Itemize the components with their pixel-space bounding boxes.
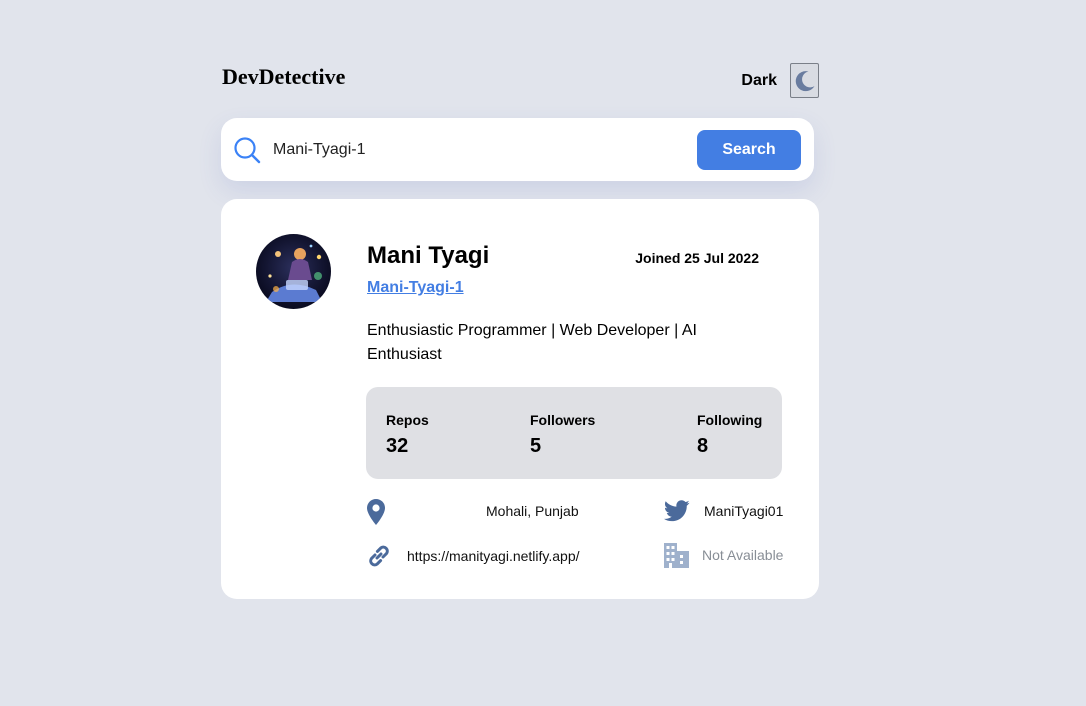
stats-panel: Repos 32 Followers 5 Following 8: [366, 387, 782, 479]
stat-followers-value: 5: [530, 435, 542, 457]
profile-bio: Enthusiastic Programmer | Web Developer …: [367, 322, 697, 363]
stat-repos-value: 32: [386, 435, 409, 457]
avatar: [256, 234, 331, 309]
company-row: Not Available: [702, 547, 783, 563]
search-button[interactable]: Search: [697, 130, 801, 170]
stat-followers-label: Followers: [530, 412, 596, 428]
company-text: Not Available: [702, 547, 784, 563]
twitter-icon: [664, 500, 690, 522]
search-icon: [234, 137, 261, 164]
app-logo: DevDetective: [222, 64, 346, 89]
stat-following: Following 8: [697, 412, 762, 458]
moon-icon: [795, 70, 814, 91]
twitter-row[interactable]: ManiTyagi01: [704, 503, 783, 519]
theme-toggle-button[interactable]: [790, 63, 819, 98]
profile-card: Mani Tyagi Joined 25 Jul 2022 Mani-Tyagi…: [221, 199, 819, 599]
stat-following-value: 8: [697, 435, 709, 457]
location-row: Mohali, Punjab: [486, 503, 579, 519]
theme-toggle-label[interactable]: Dark: [741, 72, 777, 90]
search-bar: Search: [221, 118, 814, 181]
search-input[interactable]: [271, 136, 685, 164]
location-text: Mohali, Punjab: [486, 503, 579, 519]
profile-username-link[interactable]: Mani-Tyagi-1: [367, 279, 464, 297]
link-icon: [369, 545, 389, 567]
theme-toggle[interactable]: Dark: [741, 63, 819, 98]
twitter-handle[interactable]: ManiTyagi01: [704, 503, 783, 519]
website-row[interactable]: https://manityagi.netlify.app/: [407, 548, 580, 564]
stat-followers: Followers 5: [530, 412, 595, 458]
stat-repos: Repos 32: [386, 412, 429, 458]
stat-repos-label: Repos: [386, 412, 429, 428]
company-building-icon: [664, 543, 689, 568]
profile-name: Mani Tyagi: [367, 242, 490, 269]
joined-date: Joined 25 Jul 2022: [635, 250, 759, 266]
header: DevDetective Dark: [221, 62, 819, 102]
stat-following-label: Following: [697, 412, 763, 428]
location-pin-icon: [367, 499, 385, 525]
website-link[interactable]: https://manityagi.netlify.app/: [407, 548, 580, 564]
